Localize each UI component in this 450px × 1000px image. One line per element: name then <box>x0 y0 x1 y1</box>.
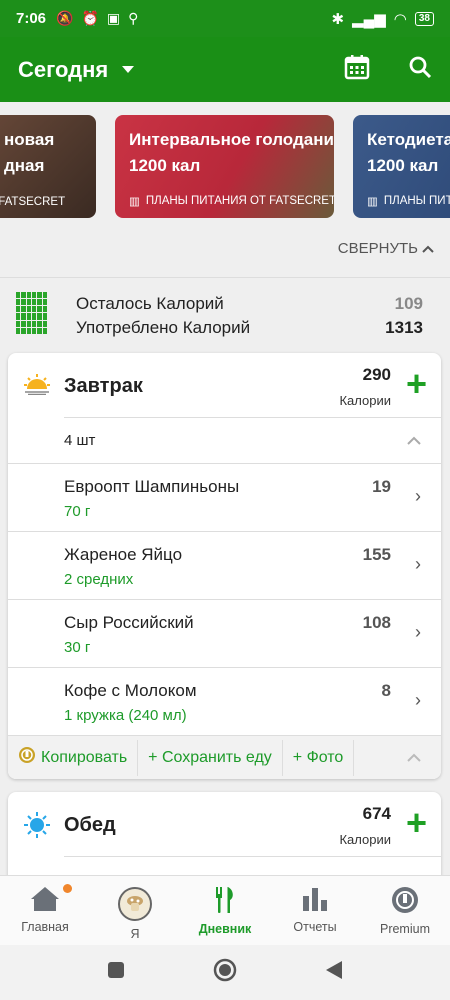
chevron-up-icon[interactable] <box>407 749 421 767</box>
remaining-calories-value: 109 <box>394 294 423 313</box>
calorie-grid-icon <box>16 292 47 334</box>
tab-me[interactable]: Я <box>90 876 180 945</box>
promo-card[interactable]: Кетодиета 1200 кал ▥ ПЛАНЫ ПИТ <box>353 115 450 218</box>
add-food-button[interactable]: + <box>406 805 427 841</box>
food-name: Евроопт Шампиньоны <box>64 477 240 496</box>
food-name: Жареное Яйцо <box>64 545 183 564</box>
mute-icon: 🔕 <box>56 10 74 26</box>
home-button[interactable] <box>213 958 237 987</box>
chevron-right-icon: › <box>415 554 421 574</box>
food-item[interactable]: Сыр Российский 30 г 108 › <box>8 599 441 667</box>
search-icon[interactable] <box>408 55 432 84</box>
food-name: Сыр Российский <box>64 613 194 632</box>
bluetooth-icon: ✱ <box>331 10 345 28</box>
photo-button[interactable]: + Фото <box>283 739 355 776</box>
food-calories: 155 <box>362 545 391 564</box>
map-icon: ▥ <box>367 196 378 208</box>
meal-name: Обед <box>64 814 116 836</box>
avatar <box>117 886 153 925</box>
food-quantity: 70 г <box>64 503 91 520</box>
status-bar: 7:06 🔕 ⏰ ▣ ⚲ ✱ ▂▄▆ ◠ 38 <box>0 0 450 37</box>
add-food-button[interactable]: + <box>406 366 427 402</box>
system-nav-bar <box>0 945 450 1000</box>
collapse-button[interactable]: СВЕРНУТЬ <box>338 240 434 257</box>
meal-plan-carousel[interactable]: новая дная Т FATSECRET Интервальное голо… <box>0 115 450 218</box>
tab-diary[interactable]: Дневник <box>180 876 270 945</box>
sunrise-icon <box>24 373 50 400</box>
food-calories: 108 <box>362 613 391 632</box>
consumed-calories-label: Употреблено Калорий <box>76 318 251 337</box>
search-small-icon: ⚲ <box>128 10 139 26</box>
map-icon: ▥ <box>129 196 140 208</box>
meal-calories: 290 <box>362 365 391 384</box>
status-time: 7:06 <box>16 10 47 27</box>
nfc-icon: ▣ <box>106 10 121 26</box>
back-button[interactable] <box>325 960 343 985</box>
home-icon <box>30 886 60 915</box>
meal-name: Завтрак <box>64 375 143 397</box>
alarm-icon: ⏰ <box>81 10 99 26</box>
battery-icon: 38 <box>414 11 434 26</box>
breakfast-card: Завтрак 290 Калории + 4 шт Евроопт Шампи… <box>8 353 441 779</box>
chevron-up-icon[interactable] <box>407 432 421 450</box>
bottom-tab-bar: Главная Я Дневник Отчеты Premium <box>0 875 450 945</box>
food-calories: 8 <box>381 681 391 700</box>
premium-icon <box>391 886 419 917</box>
date-selector-title[interactable]: Сегодня <box>18 57 108 83</box>
remaining-calories-label: Осталось Калорий <box>76 294 224 313</box>
items-count: 4 шт <box>64 432 96 449</box>
meal-calories-unit: Калории <box>339 832 391 847</box>
recents-button[interactable] <box>107 961 125 984</box>
tab-premium[interactable]: Premium <box>360 876 450 945</box>
meal-header[interactable]: Обед 674 Калории + <box>8 792 441 856</box>
bar-chart-icon <box>302 886 328 915</box>
app-bar: Сегодня <box>0 37 450 102</box>
items-count-row[interactable]: 4 шт <box>64 417 441 463</box>
food-name: Кофе с Молоком <box>64 681 197 700</box>
meal-calories-unit: Калории <box>339 393 391 408</box>
chevron-right-icon: › <box>415 690 421 710</box>
consumed-calories-value: 1313 <box>385 318 423 337</box>
food-item[interactable]: Евроопт Шампиньоны 70 г 19 › <box>8 463 441 531</box>
calendar-icon[interactable] <box>344 54 370 85</box>
chevron-down-icon[interactable] <box>122 66 135 73</box>
copy-icon <box>18 746 36 769</box>
calorie-summary: Осталось Калорий 109 Употреблено Калорий… <box>0 277 450 343</box>
wifi-icon: ◠ <box>393 10 407 28</box>
sun-icon <box>24 812 50 843</box>
chevron-up-icon <box>422 240 434 257</box>
chevron-right-icon: › <box>415 486 421 506</box>
food-item[interactable]: Кофе с Молоком 1 кружка (240 мл) 8 › <box>8 667 441 735</box>
food-quantity: 2 средних <box>64 571 134 588</box>
meal-header[interactable]: Завтрак 290 Калории + <box>8 353 441 417</box>
save-food-button[interactable]: + Сохранить еду <box>138 739 283 776</box>
fork-knife-icon <box>214 886 236 917</box>
tab-home[interactable]: Главная <box>0 876 90 945</box>
meal-actions-bar: Копировать + Сохранить еду + Фото <box>8 735 441 779</box>
promo-card[interactable]: новая дная Т FATSECRET <box>0 115 96 218</box>
copy-button[interactable]: Копировать <box>8 739 139 776</box>
food-calories: 19 <box>372 477 391 496</box>
food-item[interactable]: Жареное Яйцо 2 средних 155 › <box>8 531 441 599</box>
food-quantity: 30 г <box>64 639 91 656</box>
promo-card[interactable]: Интервальное голодани 1200 кал ▥ ПЛАНЫ П… <box>115 115 334 218</box>
food-quantity: 1 кружка (240 мл) <box>64 707 187 724</box>
tab-reports[interactable]: Отчеты <box>270 876 360 945</box>
signal-icon: ▂▄▆ <box>352 10 386 28</box>
notification-dot <box>63 884 72 893</box>
chevron-right-icon: › <box>415 622 421 642</box>
meal-calories: 674 <box>362 804 391 823</box>
